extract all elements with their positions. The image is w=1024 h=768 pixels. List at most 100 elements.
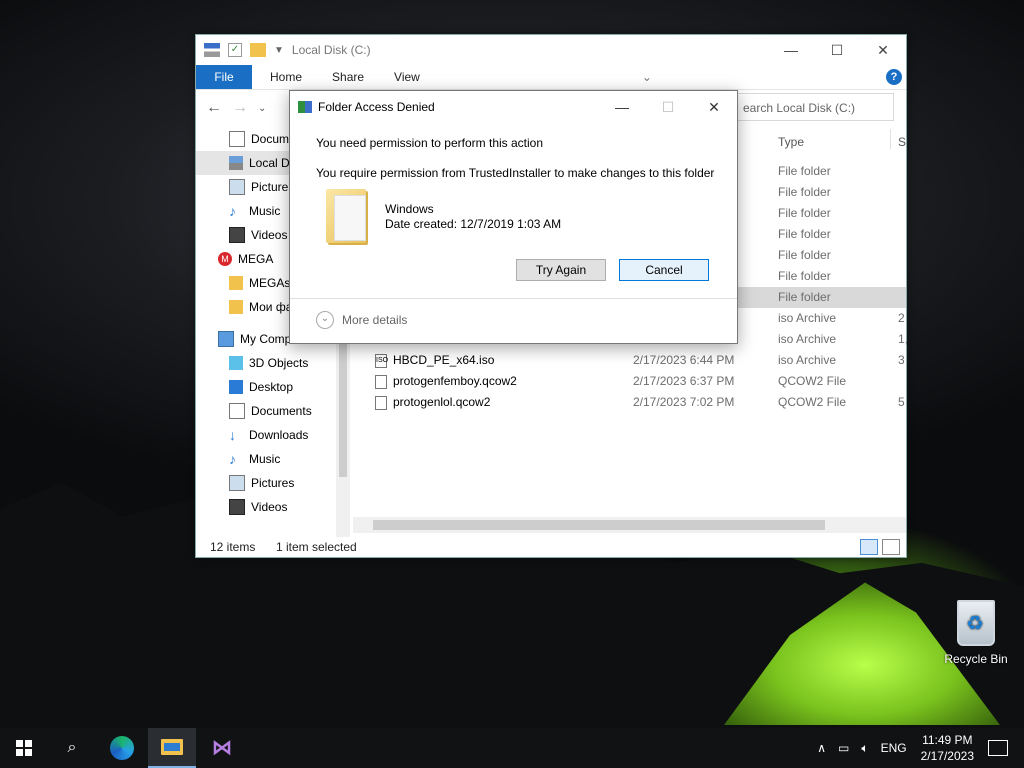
visual-studio-icon: ⋈ — [212, 737, 232, 759]
tab-view[interactable]: View — [394, 70, 420, 84]
dialog-title: Folder Access Denied — [318, 100, 435, 114]
language-indicator[interactable]: ENG — [881, 741, 907, 755]
nav-item-desktop[interactable]: Desktop — [196, 375, 351, 399]
nav-item-music-2[interactable]: ♪ Music — [196, 447, 351, 471]
selection-count: 1 item selected — [276, 540, 357, 554]
forward-arrow-icon[interactable]: → — [232, 99, 248, 117]
permission-message: You need permission to perform this acti… — [316, 136, 544, 150]
recycle-bin-label: Recycle Bin — [944, 652, 1008, 666]
file-icon — [375, 396, 387, 410]
nav-item-3d-objects[interactable]: 3D Objects — [196, 351, 351, 375]
volume-icon[interactable]: 🔈︎ — [861, 741, 868, 756]
desktop-icon — [229, 380, 243, 394]
search-input[interactable]: earch Local Disk (C:) — [734, 93, 894, 121]
search-icon: ⌕ — [67, 739, 77, 756]
windows-logo-icon — [16, 740, 32, 756]
videos-icon — [229, 227, 245, 243]
show-hidden-icons-icon[interactable]: ∧ — [817, 741, 826, 755]
file-operation-icon — [298, 101, 312, 113]
music-icon: ♪ — [229, 203, 236, 219]
dialog-minimize-button[interactable]: — — [599, 99, 645, 116]
minimize-button[interactable]: — — [768, 42, 814, 59]
try-again-button[interactable]: Try Again — [516, 259, 606, 281]
large-icons-view-icon[interactable] — [882, 539, 900, 555]
taskbar-edge[interactable] — [98, 728, 146, 768]
documents-icon — [229, 131, 245, 147]
column-header-size[interactable]: S — [898, 135, 906, 149]
start-button[interactable] — [0, 728, 48, 768]
music-icon: ♪ — [229, 451, 236, 467]
pictures-icon — [229, 475, 245, 491]
help-icon[interactable]: ? — [886, 69, 902, 85]
folder-access-denied-dialog: Folder Access Denied — ☐ ✕ You need perm… — [289, 90, 738, 344]
edge-icon — [110, 736, 134, 760]
column-header-type[interactable]: Type — [778, 135, 804, 149]
search-button[interactable]: ⌕ — [48, 728, 96, 768]
column-divider[interactable] — [890, 129, 891, 149]
iso-file-icon: ISO — [375, 354, 388, 368]
new-folder-icon[interactable] — [250, 43, 266, 57]
mega-folder-icon — [229, 276, 243, 290]
back-arrow-icon[interactable]: ← — [206, 99, 222, 117]
dialog-divider — [290, 298, 737, 299]
chevron-down-icon: ⌄ — [316, 311, 334, 329]
taskbar-file-explorer[interactable] — [148, 728, 196, 768]
explorer-app-icon — [204, 43, 220, 57]
file-explorer-icon — [161, 739, 183, 755]
more-details-label: More details — [342, 313, 408, 327]
item-count: 12 items — [210, 540, 256, 554]
downloads-icon: ↓ — [229, 427, 236, 443]
ribbon-tabs: File Home Share View ⌄ ? — [196, 65, 906, 90]
network-icon[interactable]: ▭ — [838, 741, 849, 755]
table-row[interactable]: protogenfemboy.qcow2 2/17/2023 6:37 PM Q… — [353, 371, 906, 392]
recycle-bin-icon — [957, 600, 995, 646]
more-details-toggle[interactable]: ⌄ More details — [316, 311, 407, 329]
pictures-icon — [229, 179, 245, 195]
nav-item-downloads[interactable]: ↓ Downloads — [196, 423, 351, 447]
videos-icon — [229, 499, 245, 515]
dialog-titlebar: Folder Access Denied — ☐ ✕ — [290, 91, 737, 123]
properties-icon[interactable]: ✓ — [228, 43, 242, 57]
nav-item-videos-2[interactable]: Videos — [196, 495, 351, 519]
dialog-close-button[interactable]: ✕ — [691, 99, 737, 116]
horizontal-scrollbar-thumb[interactable] — [373, 520, 825, 530]
explorer-titlebar: ✓ ▼ Local Disk (C:) — ☐ ✕ — [196, 35, 906, 65]
folder-date-created: Date created: 12/7/2019 1:03 AM — [385, 217, 562, 231]
nav-item-pictures-2[interactable]: Pictures — [196, 471, 351, 495]
table-row[interactable]: ISO HBCD_PE_x64.iso 2/17/2023 6:44 PM is… — [353, 350, 906, 371]
expand-ribbon-icon[interactable]: ⌄ — [642, 70, 652, 84]
computer-icon — [218, 331, 234, 347]
quick-access-toolbar: ✓ ▼ — [204, 43, 284, 57]
file-icon — [375, 375, 387, 389]
status-bar: 12 items 1 item selected — [196, 537, 906, 557]
recent-locations-icon[interactable]: ⌄ — [258, 103, 266, 114]
trustedinstaller-message: You require permission from TrustedInsta… — [316, 166, 715, 180]
tab-share[interactable]: Share — [332, 70, 364, 84]
documents-icon — [229, 403, 245, 419]
recycle-bin-shortcut[interactable]: Recycle Bin — [944, 600, 1008, 666]
cancel-button[interactable]: Cancel — [619, 259, 709, 281]
table-row[interactable]: protogenlol.qcow2 2/17/2023 7:02 PM QCOW… — [353, 392, 906, 413]
3d-objects-icon — [229, 356, 243, 370]
system-tray: ∧ ▭ 🔈︎ ENG 11:49 PM 2/17/2023 — [811, 728, 1024, 768]
details-view-icon[interactable] — [860, 539, 878, 555]
action-center-icon[interactable] — [988, 740, 1008, 756]
file-tab[interactable]: File — [196, 65, 252, 89]
horizontal-scrollbar[interactable] — [353, 517, 906, 533]
customize-toolbar-icon[interactable]: ▼ — [274, 45, 284, 56]
dialog-maximize-button: ☐ — [661, 98, 675, 115]
folder-icon — [229, 300, 243, 314]
nav-item-documents-2[interactable]: Documents — [196, 399, 351, 423]
taskbar: ⌕ ⋈ ∧ ▭ 🔈︎ ENG 11:49 PM 2/17/2023 — [0, 728, 1024, 768]
clock-time: 11:49 PM — [922, 733, 973, 747]
local-disk-icon — [229, 156, 243, 170]
tab-home[interactable]: Home — [270, 70, 302, 84]
taskbar-visual-studio[interactable]: ⋈ — [198, 728, 246, 768]
maximize-button[interactable]: ☐ — [814, 42, 860, 59]
mega-icon: M — [218, 252, 232, 266]
close-button[interactable]: ✕ — [860, 42, 906, 59]
clock[interactable]: 11:49 PM 2/17/2023 — [921, 732, 974, 764]
clock-date: 2/17/2023 — [920, 749, 974, 763]
folder-name: Windows — [385, 202, 434, 216]
window-title: Local Disk (C:) — [291, 43, 371, 57]
